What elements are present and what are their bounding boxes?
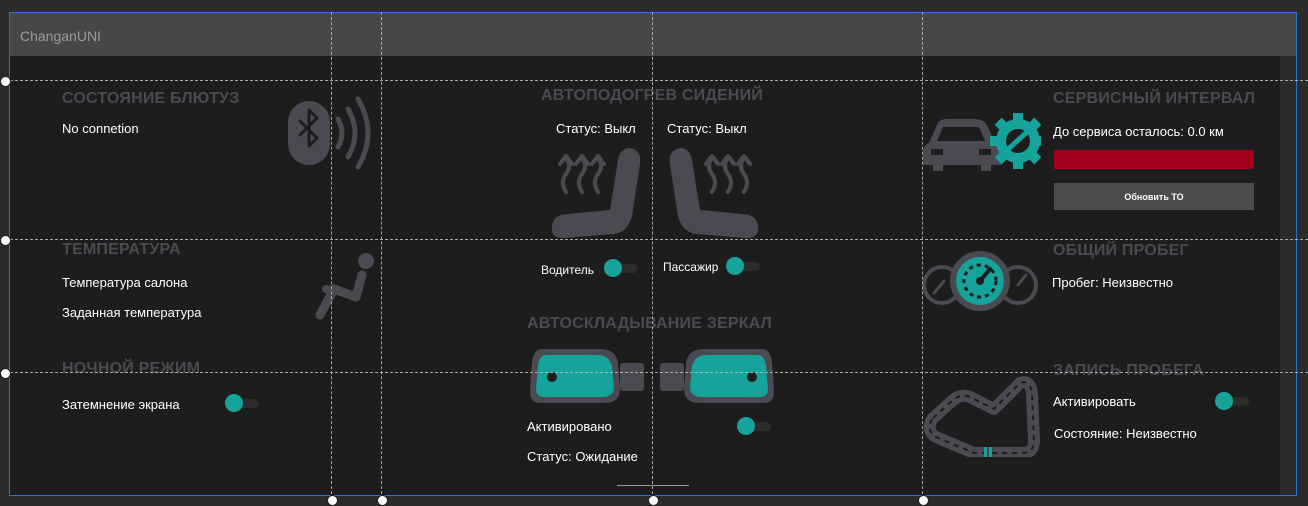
seat-person-icon — [315, 253, 374, 320]
layout-guide-v — [381, 12, 382, 494]
gauges-icon — [922, 251, 1038, 311]
trip-activate-label: Активировать — [1053, 394, 1136, 409]
trip-activate-toggle[interactable] — [1215, 391, 1251, 411]
passenger-heated-seat-icon — [669, 148, 759, 238]
bluetooth-icon — [288, 96, 371, 170]
screen-dim-label: Затемнение экрана — [62, 397, 180, 412]
passenger-seat-toggle[interactable] — [726, 256, 762, 276]
mirrors-activated-toggle[interactable] — [737, 416, 773, 436]
trip-record-section-title: ЗАПИСЬ ПРОБЕГА — [1053, 362, 1204, 379]
toggle-knob — [604, 259, 622, 277]
target-temperature-label: Заданная температура — [62, 305, 202, 320]
car-gear-icon — [923, 113, 1041, 171]
guide-handle[interactable] — [0, 235, 11, 246]
guide-handle[interactable] — [918, 495, 929, 506]
right-mirror-icon — [660, 349, 774, 403]
driver-seat-label: Водитель — [541, 263, 595, 277]
passenger-seat-label: Пассажир — [663, 260, 719, 274]
night-mode-section-title: НОЧНОЙ РЕЖИМ — [62, 360, 201, 377]
service-progress-bar — [1054, 150, 1254, 169]
mileage-value: Пробег: Неизвестно — [1052, 275, 1173, 290]
guide-handle[interactable] — [0, 76, 11, 87]
toggle-knob — [737, 417, 755, 435]
guide-handle[interactable] — [377, 495, 388, 506]
temperature-section-title: ТЕМПЕРАТУРА — [62, 241, 181, 258]
layout-guide-v — [652, 12, 653, 494]
screen-dim-toggle[interactable] — [225, 393, 261, 413]
app-title: ChanganUNI — [20, 28, 101, 44]
toggle-knob — [726, 257, 744, 275]
app-window: ChanganUNI СОСТОЯНИЕ БЛЮТУЗ No connetion… — [9, 12, 1297, 496]
service-section-title: СЕРВИСНЫЙ ИНТЕРВАЛ — [1053, 90, 1256, 107]
bluetooth-section-title: СОСТОЯНИЕ БЛЮТУЗ — [62, 90, 240, 107]
driver-heated-seat-icon — [551, 148, 641, 238]
guide-handle[interactable] — [0, 368, 11, 379]
layout-guide-h — [0, 372, 1308, 373]
passenger-seat-status: Статус: Выкл — [667, 121, 747, 136]
mirrors-section-title: АВТОСКЛАДЫВАНИЕ ЗЕРКАЛ — [527, 315, 773, 332]
layout-guide-v — [331, 12, 332, 494]
vertical-scrollbar[interactable] — [1280, 56, 1296, 495]
mirrors-status: Статус: Ожидание — [527, 449, 638, 464]
bluetooth-status: No connetion — [62, 121, 139, 136]
service-remaining: До сервиса осталось: 0.0 км — [1053, 124, 1224, 139]
left-mirror-icon — [530, 349, 644, 403]
mirrors-activated-label: Активировано — [527, 419, 612, 434]
driver-seat-status: Статус: Выкл — [556, 121, 636, 136]
driver-seat-toggle[interactable] — [604, 258, 640, 278]
race-track-icon — [923, 376, 1040, 457]
guide-handle[interactable] — [648, 495, 659, 506]
guide-handle[interactable] — [327, 495, 338, 506]
toggle-knob — [225, 394, 243, 412]
layout-guide-v — [922, 12, 923, 494]
cabin-temperature-label: Температура салона — [62, 275, 188, 290]
layout-guide-h — [0, 80, 1308, 81]
trip-record-status: Состояние: Неизвестно — [1054, 426, 1197, 441]
layout-guide-h — [0, 239, 1308, 240]
mileage-section-title: ОБЩИЙ ПРОБЕГ — [1053, 242, 1189, 259]
toggle-knob — [1215, 392, 1233, 410]
bottom-divider — [617, 485, 689, 486]
title-bar: ChanganUNI — [10, 13, 1296, 56]
update-service-button[interactable]: Обновить ТО — [1054, 183, 1254, 210]
